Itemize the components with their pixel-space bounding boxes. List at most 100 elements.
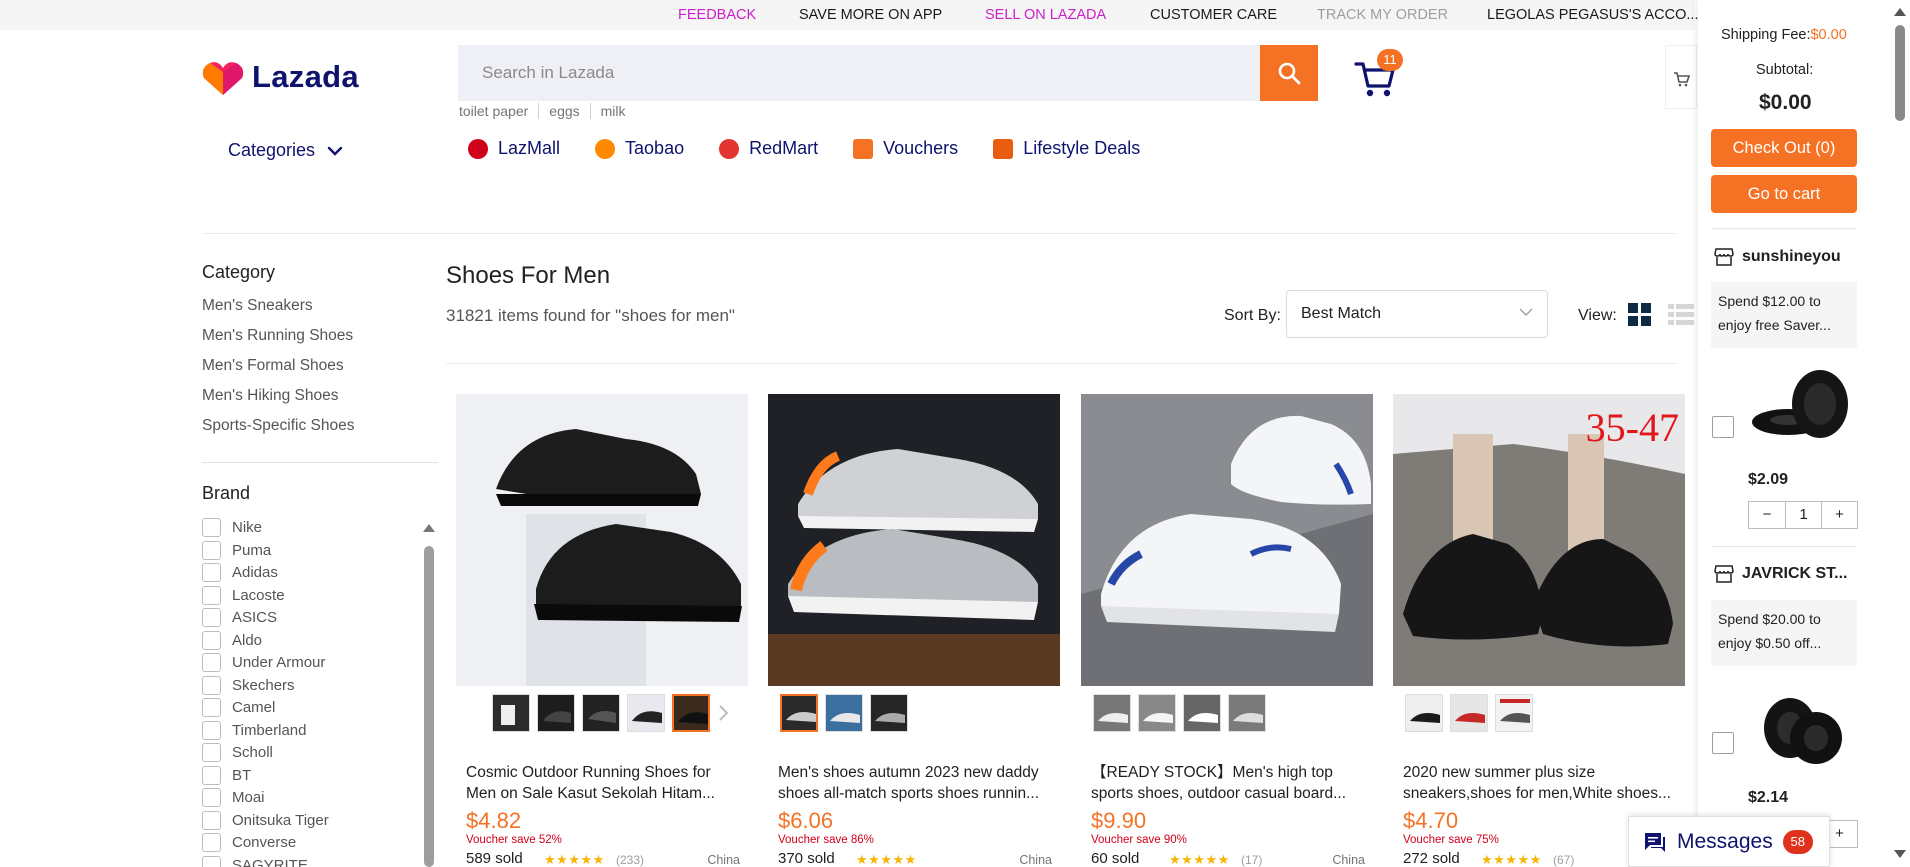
product-title[interactable]: 2020 new summer plus size sneakers,shoes… [1403, 762, 1678, 804]
list-view-icon[interactable] [1668, 304, 1694, 326]
product-title[interactable]: 【READY STOCK】Men's high top sports shoes… [1091, 762, 1366, 804]
mini-cart-toggle[interactable] [1665, 45, 1697, 109]
product-image[interactable]: 35-47 [1393, 394, 1685, 686]
thumbnail[interactable] [825, 694, 863, 732]
checkbox[interactable] [202, 697, 221, 717]
checkbox[interactable] [202, 810, 221, 830]
product-card[interactable]: Men's shoes autumn 2023 new daddy shoes … [768, 394, 1060, 867]
save-more-on-app-link[interactable]: SAVE MORE ON APP [799, 7, 942, 23]
checkbox[interactable] [202, 742, 221, 762]
thumbnail[interactable] [582, 694, 620, 732]
brand-checkbox[interactable]: Aldo [202, 630, 262, 650]
nav-redmart[interactable]: RedMart [719, 138, 818, 159]
brand-checkbox[interactable]: Timberland [202, 720, 306, 740]
thumbnail[interactable] [1495, 694, 1533, 732]
panel-scrollbar[interactable] [1895, 25, 1905, 121]
panel-scroll-up-arrow[interactable] [1894, 8, 1906, 16]
product-card[interactable]: 【READY STOCK】Men's high top sports shoes… [1081, 394, 1373, 867]
brand-checkbox[interactable]: ASICS [202, 607, 277, 627]
thumbnail[interactable] [627, 694, 665, 732]
brand-checkbox[interactable]: Onitsuka Tiger [202, 810, 329, 830]
category-link[interactable]: Men's Formal Shoes [202, 357, 344, 375]
categories-dropdown[interactable]: Categories [228, 140, 343, 161]
thumbnail[interactable] [1093, 694, 1131, 732]
brand-checkbox[interactable]: Skechers [202, 675, 295, 695]
cart-item-image[interactable] [1748, 366, 1854, 452]
brand-checkbox[interactable]: Adidas [202, 562, 278, 582]
brand-checkbox[interactable]: Lacoste [202, 585, 285, 605]
product-title[interactable]: Cosmic Outdoor Running Shoes for Men on … [466, 762, 741, 804]
thumbnail[interactable] [537, 694, 575, 732]
brand-checkbox[interactable]: SAGYRITE [202, 855, 308, 867]
increase-quantity-button[interactable]: + [1821, 502, 1857, 528]
nav-lifestyle-deals[interactable]: Lifestyle Deals [993, 138, 1140, 159]
brand-checkbox[interactable]: Converse [202, 832, 296, 852]
product-card[interactable]: Cosmic Outdoor Running Shoes for Men on … [456, 394, 748, 867]
chevron-right-icon[interactable] [717, 694, 731, 732]
grid-view-icon[interactable] [1628, 303, 1651, 326]
nav-lazmall[interactable]: LazMall [468, 138, 560, 159]
panel-scroll-down-arrow[interactable] [1894, 850, 1906, 858]
checkbox[interactable] [202, 787, 221, 807]
category-link[interactable]: Sports-Specific Shoes [202, 417, 355, 435]
feedback-link[interactable]: FEEDBACK [678, 7, 756, 23]
product-image[interactable] [768, 394, 1060, 686]
track-my-order-link[interactable]: TRACK MY ORDER [1317, 7, 1448, 23]
product-card[interactable]: 35-47 2020 new summer plus size sneakers… [1393, 394, 1685, 867]
brand-checkbox[interactable]: BT [202, 765, 251, 785]
category-link[interactable]: Men's Sneakers [202, 297, 313, 315]
brand-checkbox[interactable]: Puma [202, 540, 271, 560]
checkbox[interactable] [202, 540, 221, 560]
decrease-quantity-button[interactable]: − [1749, 502, 1785, 528]
thumbnail[interactable] [1138, 694, 1176, 732]
product-title[interactable]: Men's shoes autumn 2023 new daddy shoes … [778, 762, 1053, 804]
thumbnail-selected[interactable] [672, 694, 710, 732]
item-checkbox[interactable] [1712, 732, 1734, 754]
product-image[interactable] [1081, 394, 1373, 686]
customer-care-link[interactable]: CUSTOMER CARE [1150, 7, 1277, 23]
search-button[interactable] [1260, 45, 1318, 101]
item-checkbox[interactable] [1712, 416, 1734, 438]
thumbnail[interactable] [1450, 694, 1488, 732]
checkbox[interactable] [202, 585, 221, 605]
suggestion-link[interactable]: toilet paper [459, 103, 538, 119]
sell-on-lazada-link[interactable]: SELL ON LAZADA [985, 7, 1106, 23]
brand-checkbox[interactable]: Moai [202, 787, 265, 807]
brand-scrollbar[interactable] [424, 546, 434, 867]
thumbnail[interactable] [870, 694, 908, 732]
checkbox[interactable] [202, 607, 221, 627]
search-input[interactable] [458, 45, 1260, 101]
nav-vouchers[interactable]: Vouchers [853, 138, 958, 159]
checkbox[interactable] [202, 562, 221, 582]
sort-select[interactable]: Best Match [1286, 290, 1548, 338]
brand-checkbox[interactable]: Under Armour [202, 652, 325, 672]
cart-item-image[interactable] [1748, 688, 1854, 774]
thumbnail[interactable] [1405, 694, 1443, 732]
checkbox[interactable] [202, 517, 221, 537]
thumbnail-selected[interactable] [780, 694, 818, 732]
thumbnail[interactable] [492, 694, 530, 732]
checkout-button[interactable]: Check Out (0) [1711, 129, 1857, 167]
brand-scroll-up-arrow[interactable] [423, 524, 435, 532]
store-header[interactable]: sunshineyou [1714, 248, 1841, 266]
brand-checkbox[interactable]: Camel [202, 697, 275, 717]
checkbox[interactable] [202, 720, 221, 740]
store-header[interactable]: JAVRICK ST... [1714, 565, 1848, 583]
checkbox[interactable] [202, 652, 221, 672]
account-link[interactable]: LEGOLAS PEGASUS'S ACCO... [1487, 7, 1698, 23]
checkbox[interactable] [202, 765, 221, 785]
messages-widget[interactable]: Messages 58 [1628, 816, 1830, 867]
lazada-logo[interactable]: Lazada [202, 58, 359, 96]
go-to-cart-button[interactable]: Go to cart [1711, 175, 1857, 213]
brand-checkbox[interactable]: Scholl [202, 742, 273, 762]
thumbnail[interactable] [1183, 694, 1221, 732]
quantity-value[interactable]: 1 [1785, 502, 1821, 528]
checkbox[interactable] [202, 630, 221, 650]
brand-checkbox[interactable]: Nike [202, 517, 262, 537]
checkbox[interactable] [202, 832, 221, 852]
thumbnail[interactable] [1228, 694, 1266, 732]
category-link[interactable]: Men's Hiking Shoes [202, 387, 339, 405]
store-promo[interactable]: Spend $12.00 to enjoy free Saver... [1711, 282, 1857, 348]
store-promo[interactable]: Spend $20.00 to enjoy $0.50 off... [1711, 600, 1857, 666]
category-link[interactable]: Men's Running Shoes [202, 327, 353, 345]
